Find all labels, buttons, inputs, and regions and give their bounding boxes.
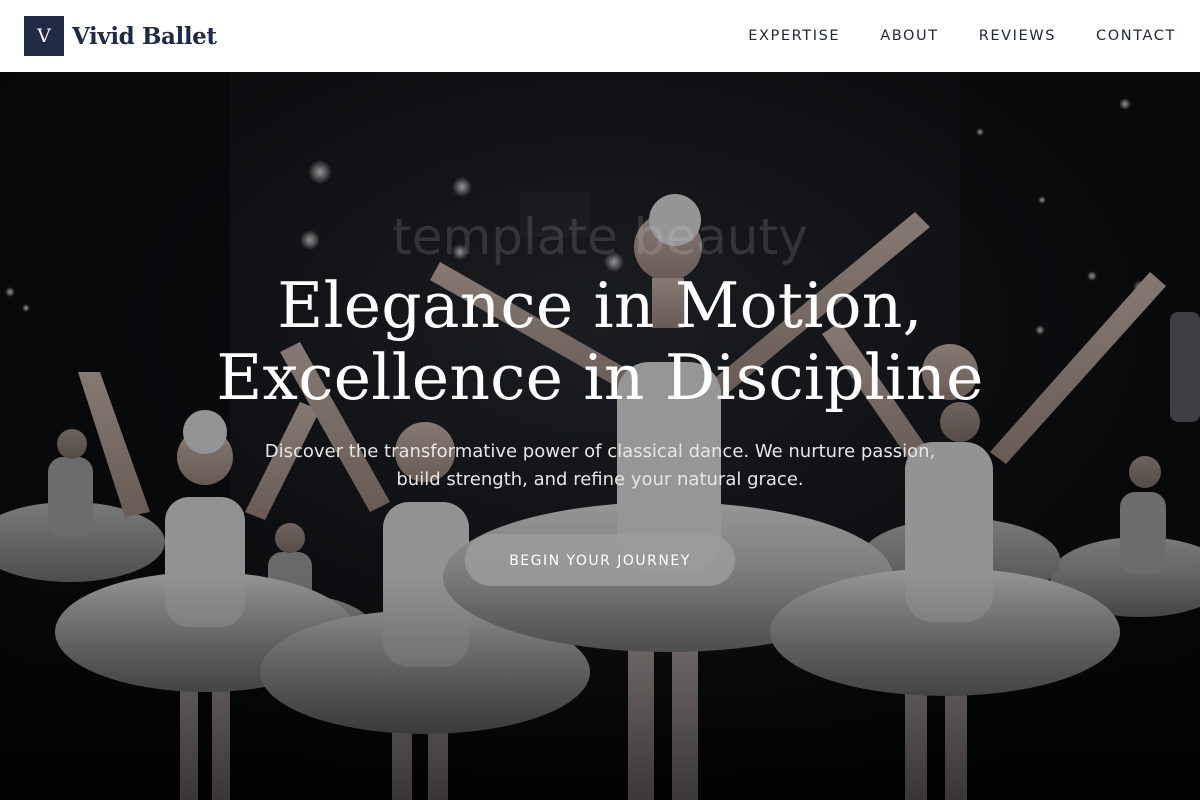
hero-title-line-1: Elegance in Motion, — [277, 269, 923, 342]
hero-title-line-2: Excellence in Discipline — [216, 341, 984, 414]
main-nav: EXPERTISE ABOUT REVIEWS CONTACT — [708, 28, 1176, 44]
letter-v-logo-icon: V — [24, 16, 64, 56]
brand-name: Vivid Ballet — [72, 22, 217, 50]
nav-link-contact[interactable]: CONTACT — [1096, 28, 1176, 44]
hero-title: Elegance in Motion, Excellence in Discip… — [0, 270, 1200, 414]
hero-section: template beauty Elegance in Motion, Exce… — [0, 72, 1200, 800]
nav-link-reviews[interactable]: REVIEWS — [979, 28, 1056, 44]
logo-link[interactable]: V Vivid Ballet — [24, 16, 217, 56]
begin-journey-button[interactable]: BEGIN YOUR JOURNEY — [465, 534, 735, 586]
site-header: V Vivid Ballet EXPERTISE ABOUT REVIEWS C… — [0, 0, 1200, 72]
hero-content: Elegance in Motion, Excellence in Discip… — [0, 270, 1200, 586]
hero-subtitle: Discover the transformative power of cla… — [264, 441, 936, 490]
nav-link-about[interactable]: ABOUT — [880, 28, 939, 44]
nav-link-expertise[interactable]: EXPERTISE — [748, 28, 840, 44]
